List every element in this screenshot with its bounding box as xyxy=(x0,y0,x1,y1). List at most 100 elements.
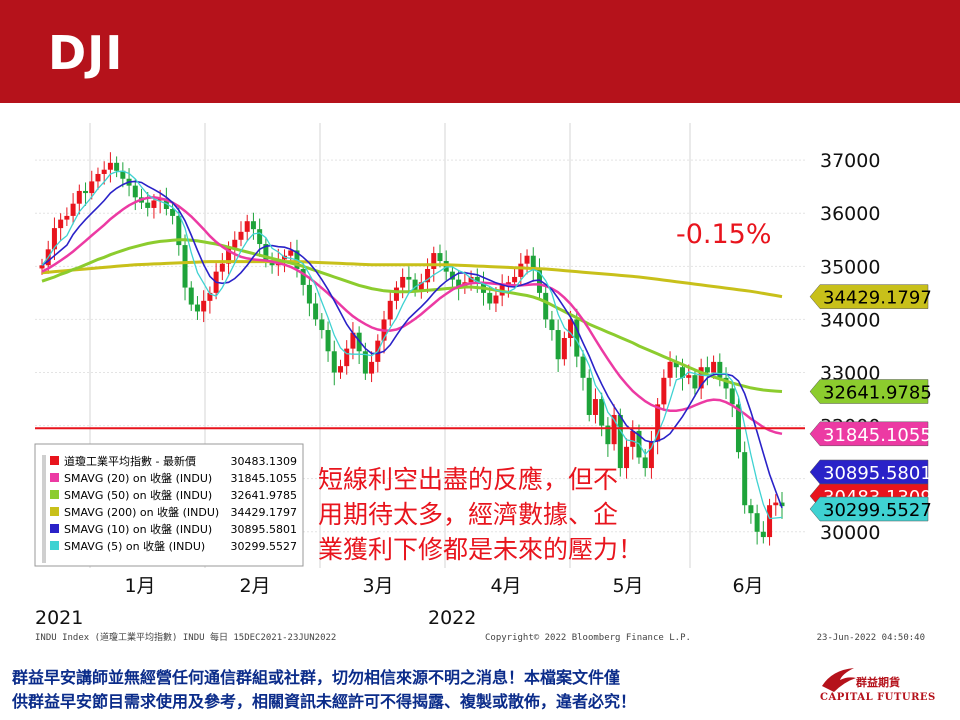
x-tick-label-month: 3月 xyxy=(362,575,393,597)
value-tag: 31845.1055 xyxy=(809,421,932,447)
candle-body xyxy=(431,253,437,269)
y-tick-label: 30000 xyxy=(820,522,880,544)
legend-swatch xyxy=(50,507,59,516)
chart-source-text: INDU Index (道瓊工業平均指數) INDU 每日 15DEC2021-… xyxy=(35,631,336,643)
candle-body xyxy=(729,388,735,405)
legend-series-name: SMAVG (50) on 收盤 (INDU) xyxy=(64,488,212,502)
candle-body xyxy=(599,399,605,426)
value-tag: 30895.5801 xyxy=(809,459,932,485)
candle-body xyxy=(717,361,723,378)
candle-body xyxy=(325,330,331,352)
candle-body xyxy=(232,239,238,248)
legend-swatch xyxy=(50,490,59,499)
value-tag-label: 31845.1055 xyxy=(823,425,932,446)
dji-chart: 3700036000350003400033000320003100030000… xyxy=(34,123,932,643)
candle-body xyxy=(580,356,586,378)
legend-series-name: SMAVG (5) on 收盤 (INDU) xyxy=(64,539,205,553)
candle-body xyxy=(760,531,766,538)
candle-body xyxy=(101,169,107,174)
candle-body xyxy=(145,202,151,208)
change-annotation: -0.15% xyxy=(676,219,772,250)
legend-swatch xyxy=(50,473,59,482)
candle-body xyxy=(219,263,225,272)
legend-series-value: 31845.1055 xyxy=(231,472,297,485)
candle-body xyxy=(667,361,673,378)
candle-body xyxy=(387,300,393,320)
candle-body xyxy=(748,505,754,514)
candle-body xyxy=(655,404,661,442)
value-tag: 32641.9785 xyxy=(809,379,932,404)
candle-body xyxy=(400,276,406,288)
legend-swatch xyxy=(50,524,59,533)
candle-body xyxy=(337,366,343,373)
candle-body xyxy=(132,185,138,198)
x-tick-label-month: 2月 xyxy=(239,575,270,597)
candle-body xyxy=(257,229,263,245)
bird-logo-icon xyxy=(822,668,856,692)
candle-body xyxy=(518,263,524,277)
legend-series-name: SMAVG (20) on 收盤 (INDU) xyxy=(64,471,212,485)
candle-body xyxy=(630,430,636,447)
title-banner: DJI xyxy=(0,0,960,103)
x-tick-label-month: 5月 xyxy=(612,575,643,597)
logo-chinese-name: 群益期貨 xyxy=(856,676,900,689)
candle-body xyxy=(70,203,76,216)
candle-body xyxy=(182,245,188,288)
candle-body xyxy=(64,215,70,220)
legend-series-value: 30483.1309 xyxy=(231,455,297,468)
candle-body xyxy=(107,162,113,170)
x-tick-label-year: 2021 xyxy=(35,607,83,629)
candle-body xyxy=(244,221,250,232)
candle-body xyxy=(151,200,157,208)
candle-body xyxy=(592,399,598,415)
candle-body xyxy=(313,303,319,320)
candle-body xyxy=(617,414,623,469)
candle-body xyxy=(773,502,779,506)
candle-body xyxy=(194,304,200,312)
y-tick-label: 37000 xyxy=(820,150,880,172)
page-title: DJI xyxy=(48,26,124,80)
candle-body xyxy=(201,300,207,312)
legend-series-value: 30895.5801 xyxy=(231,523,297,536)
candle-body xyxy=(58,219,64,229)
y-tick-label: 34000 xyxy=(820,309,880,331)
value-tag-label: 30895.5801 xyxy=(823,463,932,484)
candle-body xyxy=(487,292,493,304)
legend-box: 道瓊工業平均指數 - 最新價 30483.1309 SMAVG (20) on 收盤… xyxy=(34,443,304,567)
candle-body xyxy=(642,457,648,469)
candle-body xyxy=(754,513,760,532)
chart-copyright-text: Copyright© 2022 Bloomberg Finance L.P. xyxy=(485,633,691,643)
value-tag: 34429.1797 xyxy=(809,284,932,309)
candle-body xyxy=(543,292,549,320)
x-tick-label-month: 1月 xyxy=(124,575,155,597)
candle-body xyxy=(524,255,530,264)
legend-series-value: 34429.1797 xyxy=(231,506,297,519)
value-tag-label: 32641.9785 xyxy=(823,383,932,404)
candle-body xyxy=(369,361,375,374)
candle-body xyxy=(561,338,567,360)
y-tick-label: 36000 xyxy=(820,203,880,225)
candle-body xyxy=(95,173,101,182)
candle-body xyxy=(624,446,630,469)
legend-series-name: 道瓊工業平均指數 - 最新價 xyxy=(64,454,196,468)
candle-body xyxy=(39,265,45,269)
candle-body xyxy=(319,319,325,331)
candle-body xyxy=(686,375,692,378)
logo-english-name: CAPITAL FUTURES xyxy=(820,692,936,703)
legend-series-value: 30299.5527 xyxy=(231,540,297,553)
candle-body xyxy=(250,221,256,230)
candle-body xyxy=(83,190,89,194)
x-tick-label-year: 2022 xyxy=(428,607,476,629)
candle-body xyxy=(555,330,561,360)
candle-body xyxy=(288,250,294,256)
commentary-note-line: 用期待太多，經濟數據、企 xyxy=(318,500,618,529)
commentary-note-line: 短線利空出盡的反應，但不 xyxy=(318,465,618,494)
disclaimer-line-1: 群益早安講師並無經營任何通信群組或社群，切勿相信來源不明之消息！本檔案文件僅 xyxy=(12,668,621,687)
legend-series-value: 32641.9785 xyxy=(231,489,297,502)
chart-area: 3700036000350003400033000320003100030000… xyxy=(0,103,960,653)
value-tag-label: 34429.1797 xyxy=(823,288,932,309)
candle-body xyxy=(393,287,399,301)
candle-body xyxy=(238,231,244,240)
candle-body xyxy=(493,295,499,304)
candle-body xyxy=(89,181,95,194)
